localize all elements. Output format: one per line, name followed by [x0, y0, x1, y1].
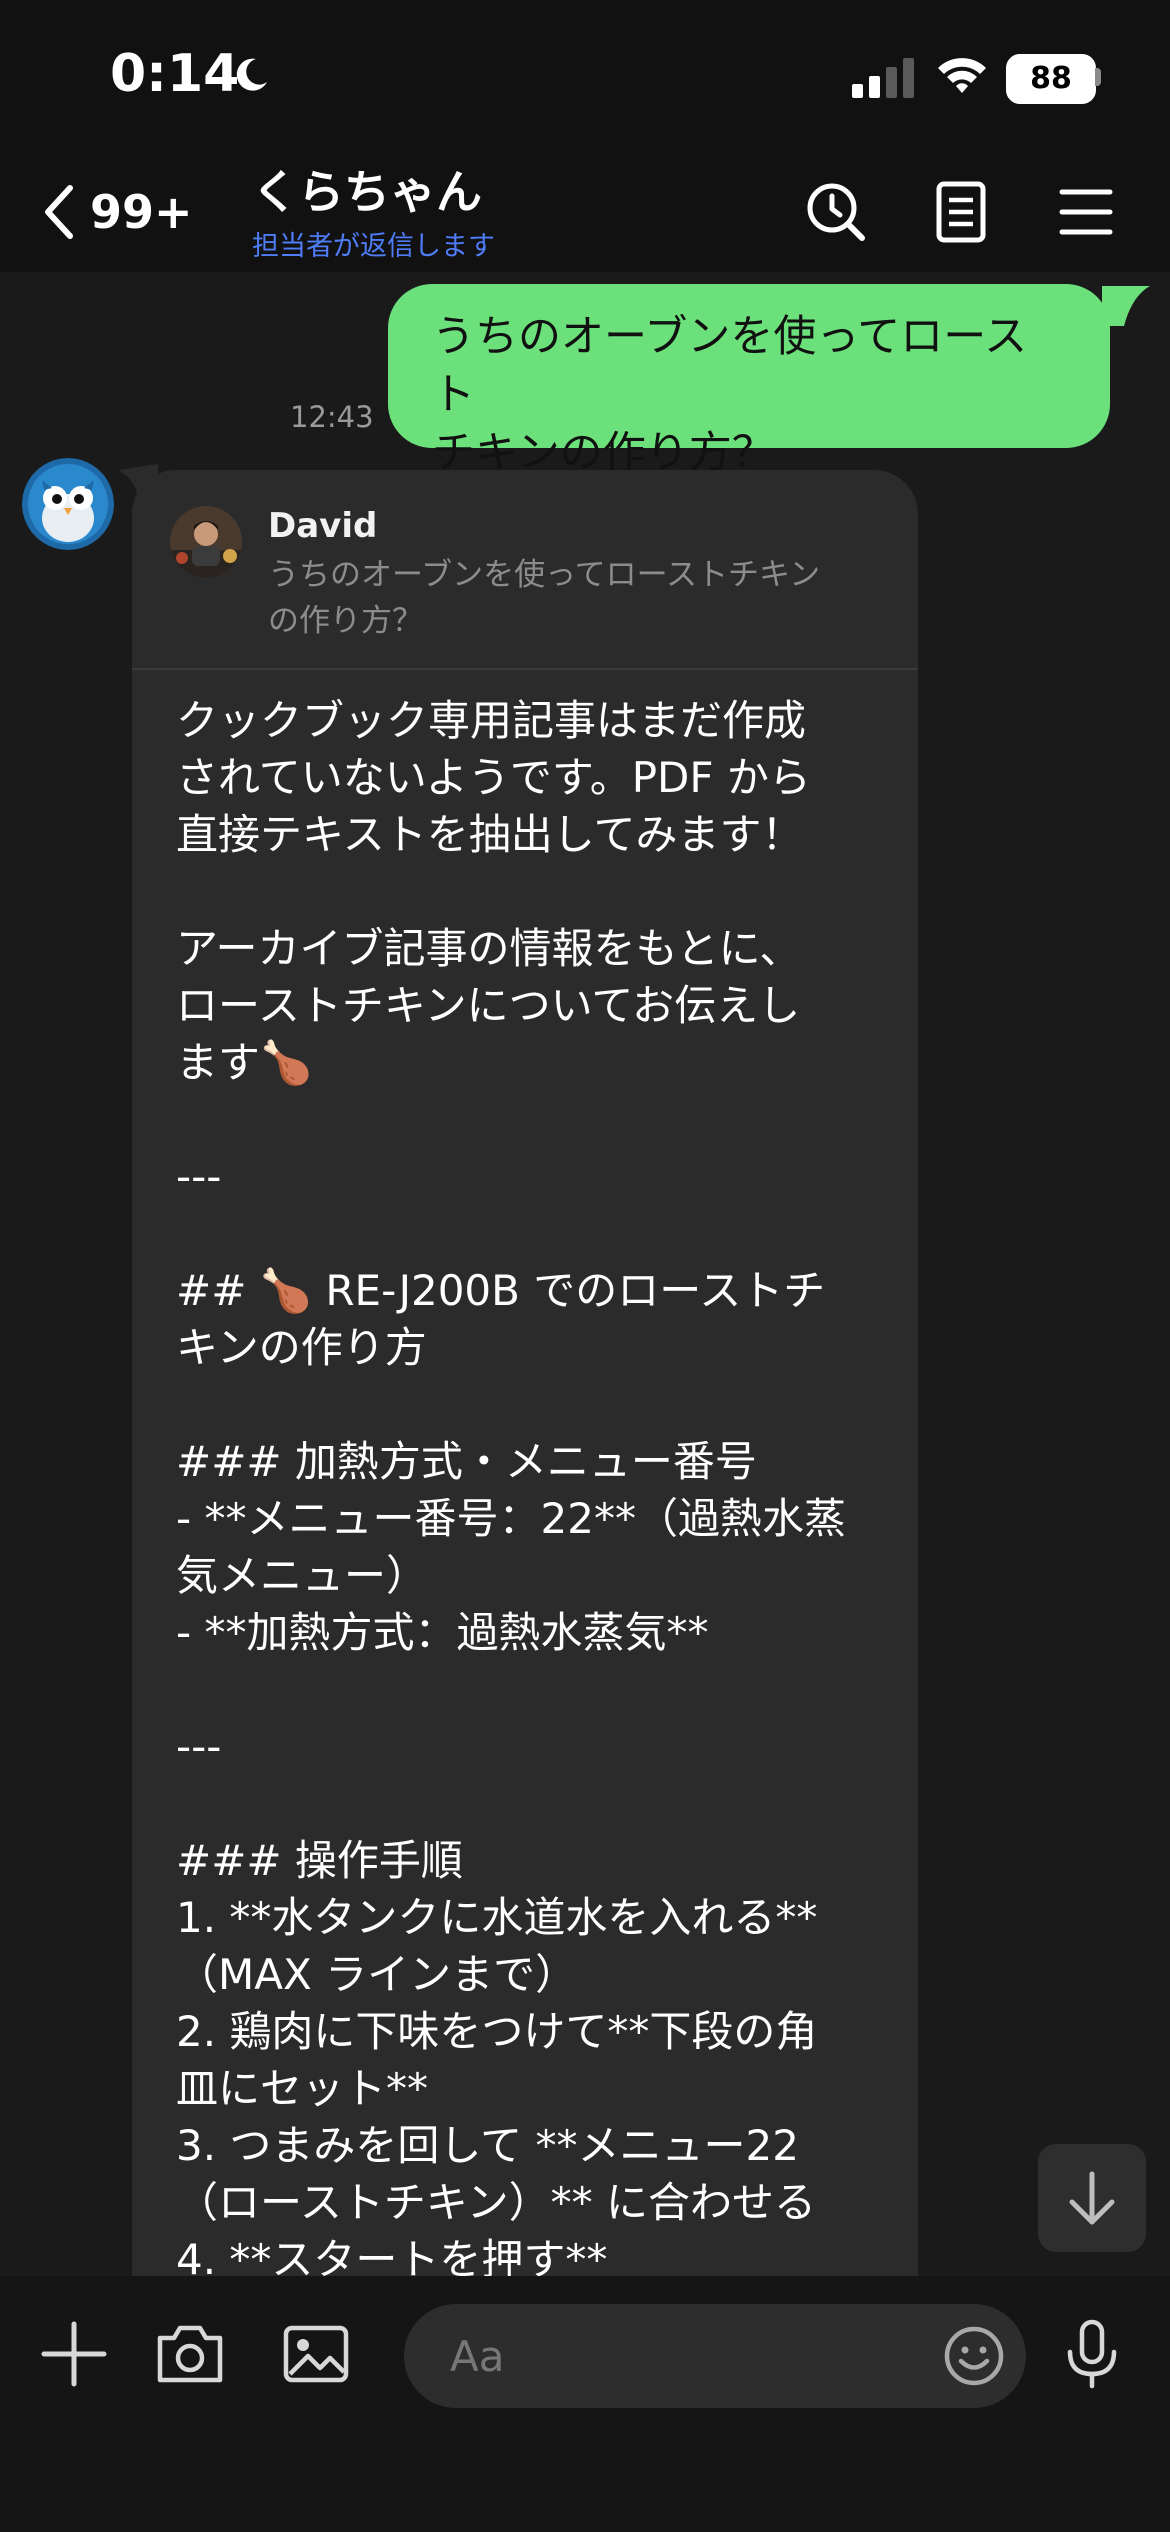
moon-icon	[236, 58, 267, 91]
message-line: （ローストチキン）** に合わせる	[176, 2178, 816, 2227]
reply-quoted-line: うちのオーブンを使ってローストチキン	[268, 557, 821, 593]
sent-message-time: 12:43	[290, 400, 374, 434]
message-line: アーカイブ記事の情報をもとに、	[176, 924, 802, 973]
battery-cap	[1095, 68, 1101, 86]
search-icon[interactable]	[800, 176, 872, 248]
status-time: 0:14	[110, 44, 240, 104]
chat-title[interactable]: くらちゃん	[252, 156, 482, 222]
message-line: ます🍗	[176, 1038, 313, 1087]
message-line: （MAX ラインまで）	[176, 1950, 578, 1999]
chat-area[interactable]: うちのオーブンを使ってロースト チキンの作り方？ 12:43 David うちの…	[0, 272, 1170, 2276]
back-button[interactable]: 99+	[40, 180, 193, 244]
message-input[interactable]: Aa	[404, 2304, 1026, 2408]
sent-message-line: うちのオーブンを使ってロースト	[432, 312, 1028, 420]
smiley-icon[interactable]	[942, 2324, 1006, 2388]
message-line: ### 加熱方式・メニュー番号	[176, 1437, 757, 1486]
sent-message-bubble[interactable]: うちのオーブンを使ってロースト チキンの作り方？	[388, 284, 1110, 478]
microphone-icon[interactable]	[1054, 2316, 1130, 2392]
message-line	[176, 1376, 896, 1433]
message-line	[176, 1775, 896, 1832]
message-line: - **加熱方式：過熱水蒸気**	[176, 1608, 709, 1657]
unread-count: 99+	[90, 185, 193, 239]
image-icon[interactable]	[278, 2316, 354, 2392]
status-bar: 0:14 88	[0, 0, 1170, 150]
message-line	[176, 1091, 896, 1148]
message-line: ---	[176, 1722, 222, 1771]
message-input-placeholder: Aa	[450, 2332, 505, 2381]
message-line: されていないようです。PDF から	[176, 753, 811, 802]
message-line: ---	[176, 1152, 222, 1201]
reply-quoted-text[interactable]: うちのオーブンを使ってローストチキン の作り方？	[268, 552, 888, 644]
scroll-to-bottom-button[interactable]	[1038, 2144, 1146, 2252]
bubble-tail	[1102, 286, 1150, 326]
reply-quoted-line: の作り方？	[268, 603, 423, 639]
message-line	[176, 1661, 896, 1718]
chevron-left-icon	[45, 185, 73, 239]
message-line: - **メニュー番号：22**（過熱水蒸	[176, 1494, 846, 1543]
message-line: 4. **スタートを押す**	[176, 2235, 608, 2276]
reply-divider	[132, 668, 918, 670]
message-line: 1. **水タンクに水道水を入れる**	[176, 1893, 818, 1942]
chat-header: 99+ くらちゃん 担当者が返信します	[0, 150, 1170, 272]
message-line: 気メニュー）	[176, 1551, 429, 1600]
received-message-bubble[interactable]: David うちのオーブンを使ってローストチキン の作り方？ クックブック専用記…	[132, 470, 918, 2276]
message-line: ### 操作手順	[176, 1836, 463, 1885]
message-line: 2. 鶏肉に下味をつけて**下段の角	[176, 2007, 818, 2056]
hamburger-menu-icon[interactable]	[1050, 176, 1122, 248]
reply-avatar	[170, 506, 242, 578]
message-line	[176, 863, 896, 920]
message-body[interactable]: クックブック専用記事はまだ作成 されていないようです。PDF から 直接テキスト…	[176, 692, 896, 2276]
message-line: キンの作り方	[176, 1323, 427, 1372]
message-line	[176, 1205, 896, 1262]
reply-sender-name: David	[268, 506, 378, 546]
battery-indicator: 88	[1006, 54, 1096, 104]
message-line: クックブック専用記事はまだ作成	[176, 696, 807, 745]
message-line: 皿にセット**	[176, 2064, 429, 2113]
message-input-bar: Aa	[0, 2276, 1170, 2532]
chat-subtitle: 担当者が返信します	[252, 231, 495, 262]
plus-icon[interactable]	[36, 2316, 112, 2392]
camera-icon[interactable]	[152, 2316, 228, 2392]
message-line: ローストチキンについてお伝えし	[176, 981, 801, 1030]
signal-icon	[852, 58, 914, 98]
note-icon[interactable]	[925, 176, 997, 248]
bot-avatar[interactable]	[22, 458, 114, 550]
wifi-icon	[938, 58, 986, 93]
message-line: ## 🍗 RE-J200B でのローストチ	[176, 1266, 826, 1315]
message-line: 3. つまみを回して **メニュー22	[176, 2121, 799, 2170]
message-line: 直接テキストを抽出してみます！	[176, 810, 804, 859]
